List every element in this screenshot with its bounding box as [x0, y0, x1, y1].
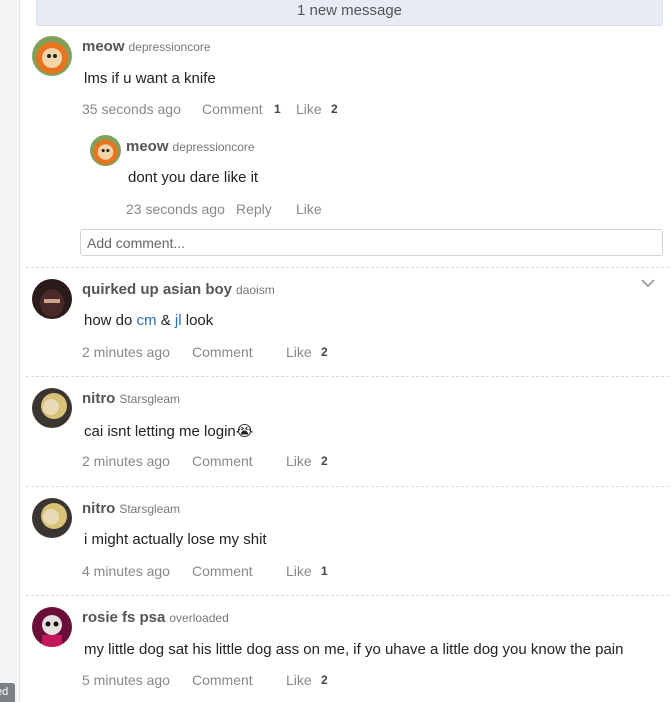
- comment-button[interactable]: Comment: [192, 672, 253, 688]
- text-segment: look: [181, 312, 214, 329]
- chevron-down-icon[interactable]: [640, 277, 656, 289]
- like-count: 1: [321, 564, 328, 578]
- timestamp[interactable]: 23 seconds ago: [126, 201, 225, 217]
- username[interactable]: rosie fs psa: [82, 609, 165, 626]
- post-author: nitro Starsgleam: [82, 390, 180, 407]
- comment-button[interactable]: Comment: [192, 453, 253, 469]
- gutter-tag[interactable]: ed: [0, 683, 15, 702]
- avatar[interactable]: [32, 388, 72, 428]
- divider: [26, 595, 669, 596]
- divider: [26, 267, 669, 268]
- user-handle: overloaded: [169, 611, 229, 625]
- comment-button[interactable]: Comment: [202, 101, 263, 117]
- like-button[interactable]: Like: [286, 453, 312, 469]
- user-handle: daoism: [236, 283, 275, 297]
- like-count: 2: [321, 345, 328, 359]
- divider: [26, 486, 669, 487]
- comment-button[interactable]: Comment: [192, 563, 253, 579]
- post-author: meow depressioncore: [82, 38, 211, 55]
- timestamp[interactable]: 2 minutes ago: [82, 344, 170, 360]
- text-segment: &: [156, 312, 175, 329]
- add-comment-input[interactable]: Add comment...: [80, 229, 663, 256]
- like-count: 2: [321, 673, 328, 687]
- avatar[interactable]: [32, 498, 72, 538]
- user-handle: depressioncore: [128, 40, 211, 54]
- username[interactable]: meow: [82, 38, 125, 55]
- timestamp[interactable]: 2 minutes ago: [82, 453, 170, 469]
- like-button[interactable]: Like: [286, 563, 312, 579]
- reply-avatar[interactable]: [90, 135, 121, 166]
- reply-text: dont you dare like it: [128, 169, 259, 186]
- reply-author: meow depressioncore: [126, 138, 255, 155]
- new-message-banner[interactable]: 1 new message: [36, 0, 663, 26]
- username[interactable]: nitro: [82, 390, 115, 407]
- like-button[interactable]: Like: [296, 101, 322, 117]
- user-handle: depressioncore: [172, 140, 255, 154]
- text-segment: how do: [84, 312, 137, 329]
- like-count: 2: [321, 454, 328, 468]
- left-gutter: [0, 0, 20, 702]
- divider: [26, 376, 669, 377]
- post-text: i might actually lose my shit: [84, 531, 267, 548]
- post-author: rosie fs psa overloaded: [82, 609, 229, 626]
- user-handle: Starsgleam: [119, 502, 181, 516]
- like-button[interactable]: Like: [286, 344, 312, 360]
- timestamp[interactable]: 4 minutes ago: [82, 563, 170, 579]
- username[interactable]: quirked up asian boy: [82, 281, 232, 298]
- avatar[interactable]: [32, 36, 72, 76]
- post-text: my little dog sat his little dog ass on …: [84, 641, 624, 658]
- user-handle: Starsgleam: [119, 392, 181, 406]
- like-button[interactable]: Like: [286, 672, 312, 688]
- like-count: 2: [331, 102, 338, 116]
- post-text: cai isnt letting me login😭: [84, 423, 254, 440]
- comment-count: 1: [274, 102, 281, 116]
- post-author: quirked up asian boy daoism: [82, 281, 275, 298]
- post-text: how do cm & jl look: [84, 312, 213, 329]
- comment-button[interactable]: Comment: [192, 344, 253, 360]
- username[interactable]: nitro: [82, 500, 115, 517]
- username[interactable]: meow: [126, 138, 169, 155]
- like-button[interactable]: Like: [296, 201, 322, 217]
- avatar[interactable]: [32, 607, 72, 647]
- reply-button[interactable]: Reply: [236, 201, 272, 217]
- timestamp[interactable]: 5 minutes ago: [82, 672, 170, 688]
- post-text: lms if u want a knife: [84, 70, 216, 87]
- timestamp[interactable]: 35 seconds ago: [82, 101, 181, 117]
- post-author: nitro Starsgleam: [82, 500, 180, 517]
- channel-link[interactable]: jl: [175, 312, 182, 329]
- avatar[interactable]: [32, 279, 72, 319]
- channel-link[interactable]: cm: [137, 312, 157, 329]
